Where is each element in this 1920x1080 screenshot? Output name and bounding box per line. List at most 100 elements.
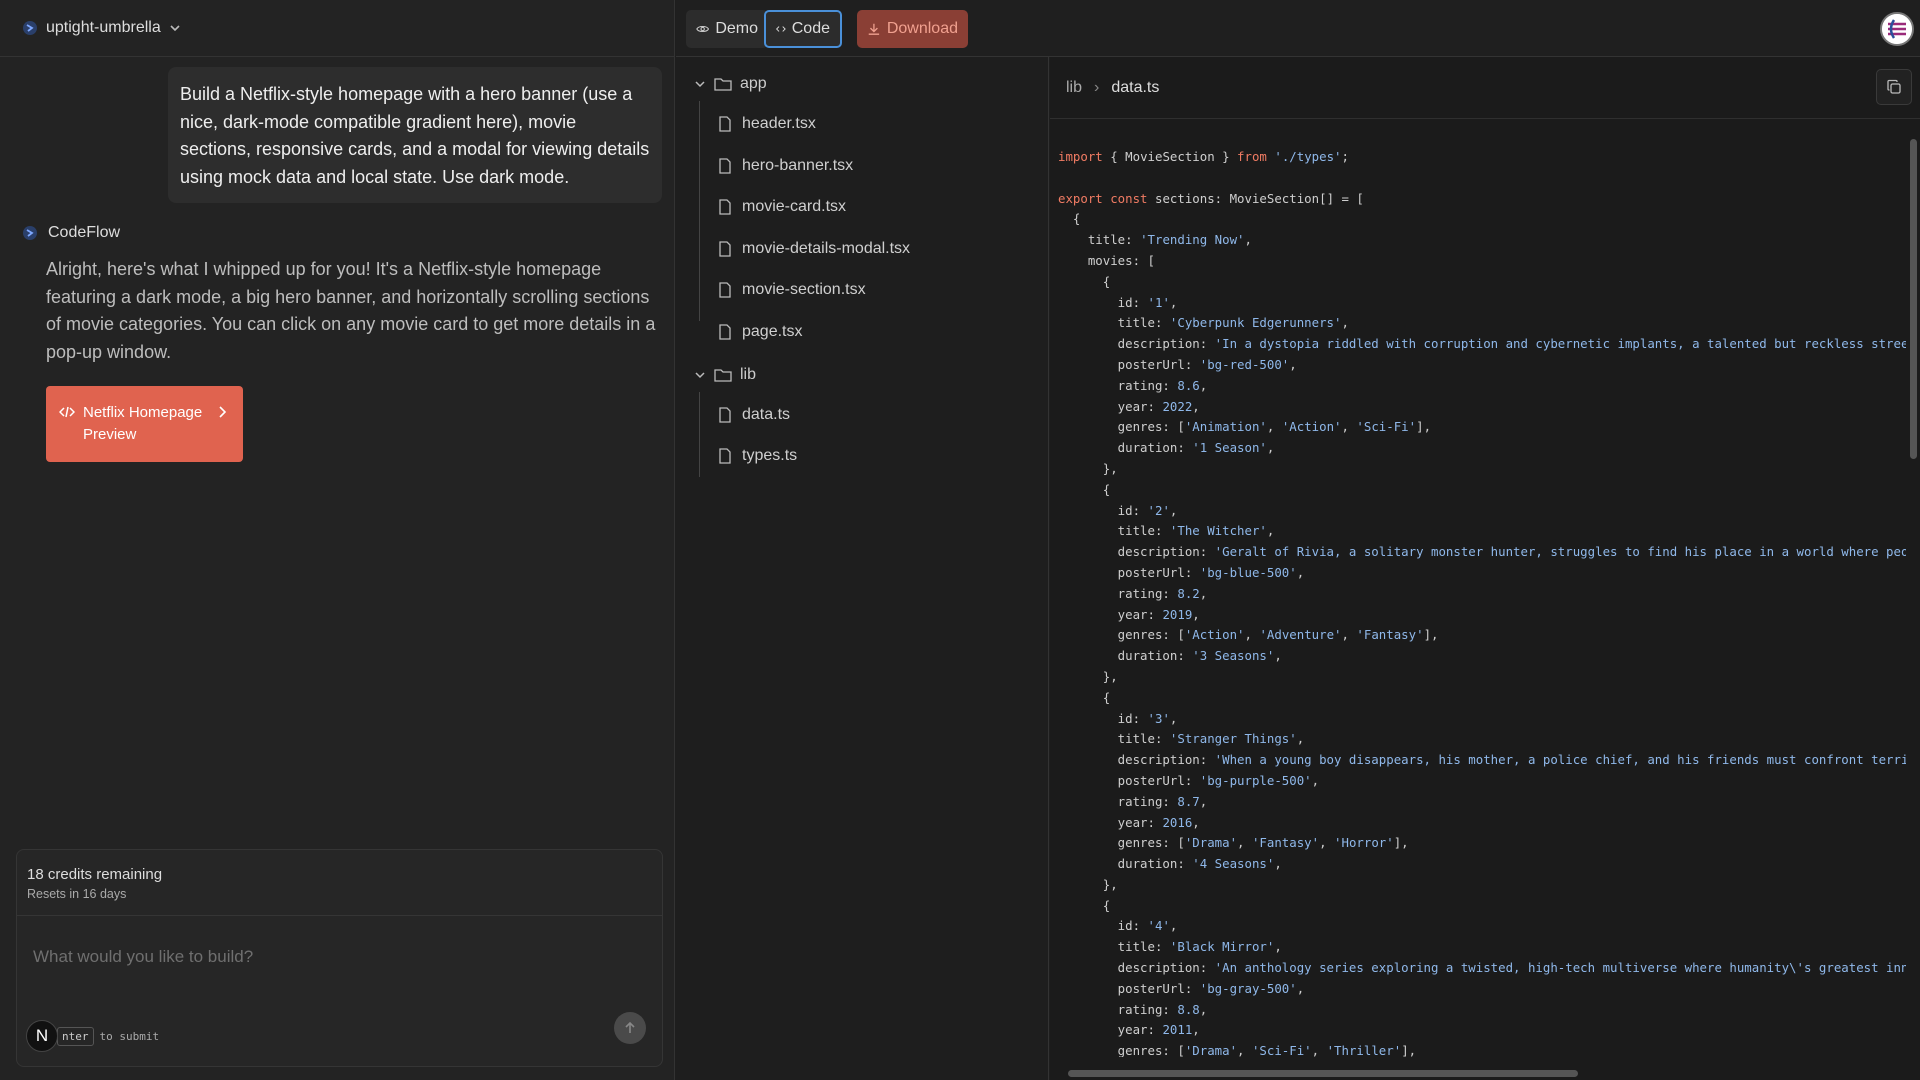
code-token: { [1058, 689, 1111, 705]
code-token: 'Black Mirror' [1169, 939, 1275, 955]
code-token: '2' [1147, 502, 1170, 518]
assistant-header: CodeFlow [22, 224, 120, 242]
code-token: , [1192, 814, 1200, 830]
code-token: 'Fantasy' [1356, 627, 1424, 643]
file-item[interactable]: header.tsx [718, 111, 816, 137]
folder-app[interactable]: app [694, 71, 767, 97]
file-item[interactable]: types.ts [718, 443, 797, 469]
code-content[interactable]: import { MovieSection } from './types'; … [1050, 147, 1907, 1057]
code-tab[interactable]: Code [764, 10, 842, 48]
code-line: rating: 8.7, [1058, 792, 1907, 813]
file-icon [719, 282, 731, 298]
code-token: '1' [1147, 294, 1170, 310]
toolbar: Demo Code Download [676, 0, 1920, 57]
submit-hint-text: to submit [99, 1030, 160, 1043]
code-token: ; [1341, 149, 1349, 164]
eye-icon [696, 25, 710, 33]
code-token: 8.7 [1177, 793, 1200, 809]
file-item-active[interactable]: data.ts [718, 402, 790, 428]
code-token: , [1311, 1043, 1327, 1057]
submit-hint: nter to submit [57, 1027, 159, 1046]
assistant-message: Alright, here's what I whipped up for yo… [46, 259, 656, 362]
code-token: movies: [ [1058, 252, 1155, 268]
code-token: ], [1423, 627, 1439, 643]
code-line: title: 'Trending Now', [1058, 230, 1907, 251]
code-token: 'Sci-Fi' [1251, 1043, 1312, 1057]
code-token: id: [1058, 502, 1148, 518]
code-icon [59, 406, 75, 418]
code-token: id: [1058, 918, 1148, 934]
file-item[interactable]: page.tsx [718, 319, 802, 345]
file-name: data.ts [742, 406, 791, 423]
prompt-input[interactable] [17, 917, 662, 997]
code-token: { [1058, 897, 1111, 913]
scrollbar-thumb[interactable] [1068, 1070, 1578, 1077]
file-name: header.tsx [742, 115, 816, 132]
code-token: , [1266, 419, 1282, 435]
tree-guide [699, 101, 700, 321]
folder-icon [714, 369, 732, 382]
code-token: 8.6 [1177, 377, 1200, 393]
horizontal-scrollbar[interactable] [1050, 1066, 1906, 1080]
code-token: , [1192, 398, 1200, 414]
profile-avatar[interactable] [1880, 12, 1914, 46]
code-token: description: [1058, 960, 1215, 976]
code-token: 'Horror' [1334, 835, 1394, 851]
code-token: { [1058, 273, 1111, 289]
file-icon [719, 324, 731, 340]
file-item[interactable]: hero-banner.tsx [718, 153, 853, 179]
chevron-down-icon [695, 81, 705, 88]
breadcrumb-folder[interactable]: lib [1066, 79, 1082, 97]
code-line: description: 'An anthology series explor… [1058, 958, 1907, 979]
arrow-up-icon [625, 1021, 635, 1033]
code-line: genres: ['Animation', 'Action', 'Sci-Fi'… [1058, 417, 1907, 438]
demo-tab-label: Demo [715, 20, 758, 37]
code-line: year: 2019, [1058, 605, 1907, 626]
code-line: rating: 8.6, [1058, 376, 1907, 397]
code-token: export const [1058, 190, 1148, 206]
demo-tab[interactable]: Demo [686, 10, 768, 48]
code-token: 'Fantasy' [1251, 835, 1320, 851]
code-line: }, [1058, 667, 1907, 688]
code-line: posterUrl: 'bg-blue-500', [1058, 563, 1907, 584]
code-token: , [1199, 793, 1208, 809]
scrollbar-thumb[interactable] [1910, 139, 1917, 459]
code-line: posterUrl: 'bg-purple-500', [1058, 771, 1907, 792]
code-line: description: 'When a young boy disappear… [1058, 750, 1907, 771]
vertical-scrollbar[interactable] [1906, 119, 1920, 1069]
download-button[interactable]: Download [857, 10, 968, 48]
code-token: '3 Seasons' [1192, 648, 1275, 664]
project-name: uptight-umbrella [46, 19, 161, 36]
code-token: , [1296, 731, 1305, 747]
project-selector[interactable]: uptight-umbrella [0, 0, 675, 57]
code-token: , [1341, 627, 1357, 643]
code-token: , [1341, 315, 1349, 331]
code-token: }, [1058, 668, 1118, 684]
folder-lib[interactable]: lib [694, 362, 756, 388]
code-token: , [1266, 440, 1275, 456]
code-line: movies: [ [1058, 251, 1907, 272]
file-item[interactable]: movie-card.tsx [718, 194, 846, 220]
code-token: }, [1058, 876, 1118, 892]
code-token: 2011 [1162, 1022, 1193, 1038]
code-line: description: 'In a dystopia riddled with… [1058, 334, 1907, 355]
file-icon [719, 158, 731, 174]
breadcrumb: lib › data.ts [1050, 57, 1920, 119]
code-token: , [1199, 1001, 1208, 1017]
file-tree: app header.tsx hero-banner.tsx movie-car… [676, 57, 1049, 1080]
code-line: description: 'Geralt of Rivia, a solitar… [1058, 542, 1907, 563]
submit-button[interactable] [614, 1012, 646, 1044]
file-name: types.ts [742, 447, 798, 464]
code-token: , [1296, 980, 1305, 996]
file-item[interactable]: movie-details-modal.tsx [718, 236, 910, 262]
copy-icon [1887, 79, 1901, 94]
file-item[interactable]: movie-section.tsx [718, 277, 866, 303]
code-token: 'bg-gray-500' [1199, 980, 1297, 996]
code-line: import { MovieSection } from './types'; [1058, 147, 1907, 168]
user-avatar[interactable]: N [26, 1020, 58, 1052]
code-line: duration: '3 Seasons', [1058, 646, 1907, 667]
preview-button[interactable]: Netflix Homepage Preview [46, 386, 243, 462]
code-token: 2022 [1162, 398, 1193, 414]
code-token: genres: [ [1058, 419, 1185, 435]
copy-button[interactable] [1876, 69, 1912, 105]
